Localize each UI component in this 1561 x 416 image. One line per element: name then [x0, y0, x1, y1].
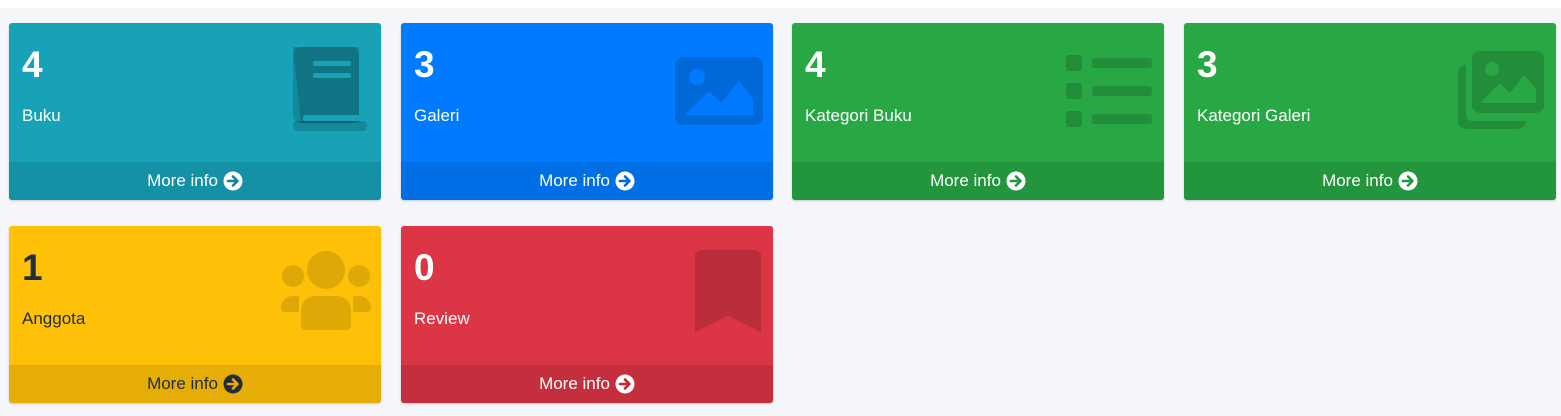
image-icon	[675, 57, 763, 125]
more-info-label: More info	[539, 374, 610, 393]
more-info-link[interactable]: More info	[1184, 162, 1556, 200]
box-label: Kategori Buku	[805, 106, 912, 125]
more-info-label: More info	[539, 171, 610, 190]
arrow-circle-right-icon	[223, 171, 243, 191]
more-info-label: More info	[147, 171, 218, 190]
box-label: Buku	[22, 106, 61, 125]
box-count: 0	[414, 247, 435, 288]
book-icon	[293, 47, 367, 131]
arrow-circle-right-icon	[615, 374, 635, 394]
small-box-galeri: 3 Galeri More info	[401, 23, 773, 200]
more-info-link[interactable]: More info	[9, 365, 381, 403]
more-info-link[interactable]: More info	[792, 162, 1164, 200]
arrow-circle-right-icon	[615, 171, 635, 191]
box-label: Anggota	[22, 309, 86, 328]
small-box-buku: 4 Buku More info	[9, 23, 381, 200]
small-box-kategori-galeri: 3 Kategori Galeri More info	[1184, 23, 1556, 200]
small-box-anggota: 1 Anggota More info	[9, 226, 381, 403]
more-info-label: More info	[147, 374, 218, 393]
images-icon	[1458, 51, 1544, 129]
small-box-review: 0 Review More info	[401, 226, 773, 403]
arrow-circle-right-icon	[223, 374, 243, 394]
more-info-label: More info	[930, 171, 1001, 190]
bookmark-icon	[695, 250, 761, 332]
box-count: 4	[22, 44, 43, 85]
small-box-kategori-buku: 4 Kategori Buku More info	[792, 23, 1164, 200]
more-info-label: More info	[1322, 171, 1393, 190]
users-icon	[281, 251, 371, 330]
arrow-circle-right-icon	[1006, 171, 1026, 191]
box-label: Kategori Galeri	[1197, 106, 1311, 125]
box-label: Review	[414, 309, 470, 328]
arrow-circle-right-icon	[1398, 171, 1418, 191]
dashboard-small-boxes: 4 Buku More info 3 Galeri More info 4 Ka…	[0, 0, 1561, 416]
more-info-link[interactable]: More info	[9, 162, 381, 200]
more-info-link[interactable]: More info	[401, 162, 773, 200]
box-count: 3	[1197, 44, 1218, 85]
box-count: 3	[414, 44, 435, 85]
more-info-link[interactable]: More info	[401, 365, 773, 403]
box-label: Galeri	[414, 106, 460, 125]
list-icon	[1066, 55, 1152, 127]
box-count: 1	[22, 247, 43, 288]
box-count: 4	[805, 44, 826, 85]
